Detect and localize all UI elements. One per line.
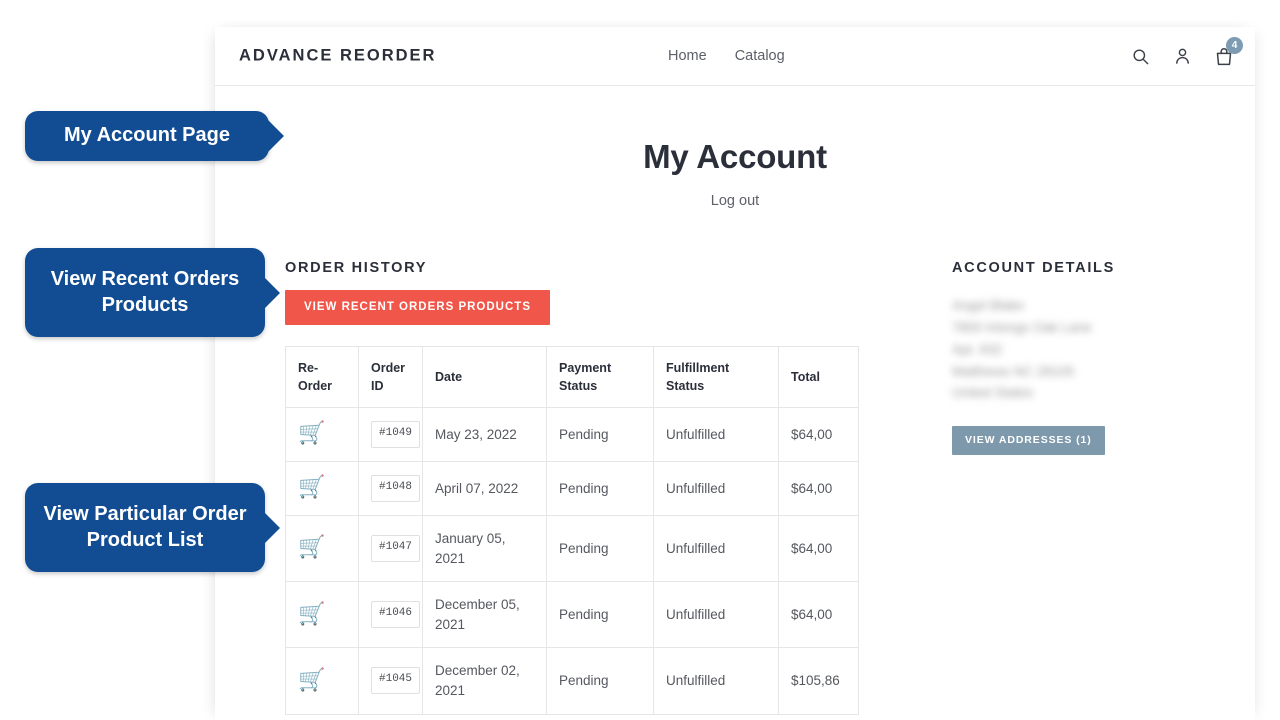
column-header-fulfillment-status: Fulfillment Status: [653, 345, 779, 409]
cell-total: $64,00: [778, 407, 859, 463]
search-icon[interactable]: [1129, 44, 1151, 68]
cell-date: December 05, 2021: [422, 581, 547, 649]
address-line: United States: [952, 385, 1034, 401]
cell-reorder: 🛒: [285, 581, 359, 649]
cell-fulfillment-status: Unfulfilled: [653, 515, 779, 583]
site-header: ADVANCE REORDER Home Catalog 4: [215, 27, 1255, 86]
brand-logo[interactable]: ADVANCE REORDER: [239, 47, 436, 66]
cell-reorder: 🛒: [285, 515, 359, 583]
cell-order-id: #1045: [358, 647, 423, 715]
reorder-cart-icon[interactable]: 🛒: [298, 477, 325, 499]
table-row: 🛒 #1047 January 05, 2021 Pending Unfulfi…: [285, 515, 859, 583]
main-navigation: Home Catalog: [668, 48, 785, 64]
cell-fulfillment-status: Unfulfilled: [653, 581, 779, 649]
cell-date: December 02, 2021: [422, 647, 547, 715]
cell-total: $105,86: [778, 647, 859, 715]
screenshot-root: ADVANCE REORDER Home Catalog 4 My Accoun…: [0, 0, 1280, 720]
address-line: Apt. 632: [952, 341, 1003, 357]
storefront-page-panel: ADVANCE REORDER Home Catalog 4 My Accoun…: [215, 27, 1255, 720]
callout-view-particular-order-product-list: View Particular Order Product List: [25, 483, 265, 572]
logout-link[interactable]: Log out: [711, 193, 759, 209]
cell-reorder: 🛒: [285, 647, 359, 715]
orders-table-head: Re-Order Order ID Date Payment Status Fu…: [285, 345, 859, 409]
cell-reorder: 🛒: [285, 461, 359, 517]
order-history-heading: ORDER HISTORY: [285, 260, 428, 276]
cart-item-count-badge: 4: [1226, 37, 1243, 54]
order-id-chip[interactable]: #1049: [371, 421, 421, 449]
nav-link-catalog[interactable]: Catalog: [735, 48, 785, 64]
view-recent-orders-products-button[interactable]: VIEW RECENT ORDERS PRODUCTS: [285, 290, 550, 325]
cell-reorder: 🛒: [285, 407, 359, 463]
column-header-date: Date: [422, 345, 547, 409]
order-id-chip[interactable]: #1046: [371, 601, 421, 629]
cell-payment-status: Pending: [546, 515, 654, 583]
cell-payment-status: Pending: [546, 407, 654, 463]
cell-date: April 07, 2022: [422, 461, 547, 517]
order-id-chip[interactable]: #1047: [371, 535, 421, 563]
callout-label: View Recent Orders Products: [50, 267, 240, 316]
order-id-chip[interactable]: #1048: [371, 475, 421, 503]
cell-order-id: #1046: [358, 581, 423, 649]
cell-order-id: #1047: [358, 515, 423, 583]
address-line: Angel Blake: [952, 298, 1025, 313]
address-line: 7800 Inlongs Oak Lane: [952, 319, 1092, 335]
order-id-chip[interactable]: #1045: [371, 667, 421, 695]
orders-table-header-row: Re-Order Order ID Date Payment Status Fu…: [285, 345, 859, 409]
address-line: Matthews NC 28105: [952, 363, 1075, 379]
reorder-cart-icon[interactable]: 🛒: [298, 537, 325, 559]
column-header-reorder: Re-Order: [285, 345, 359, 409]
account-details-heading: ACCOUNT DETAILS: [952, 260, 1115, 276]
column-header-total: Total: [778, 345, 859, 409]
cell-date: May 23, 2022: [422, 407, 547, 463]
table-row: 🛒 #1048 April 07, 2022 Pending Unfulfill…: [285, 461, 859, 517]
callout-label: View Particular Order Product List: [43, 502, 247, 551]
orders-table-body: 🛒 #1049 May 23, 2022 Pending Unfulfilled…: [285, 407, 859, 715]
table-row: 🛒 #1049 May 23, 2022 Pending Unfulfilled…: [285, 407, 859, 463]
account-details-section: ACCOUNT DETAILS Angel Blake 7800 Inlongs…: [930, 260, 1231, 456]
reorder-cart-icon[interactable]: 🛒: [298, 669, 325, 692]
column-header-payment-status: Payment Status: [546, 345, 654, 409]
cell-order-id: #1048: [358, 461, 423, 517]
cell-total: $64,00: [778, 461, 859, 517]
cell-fulfillment-status: Unfulfilled: [653, 407, 779, 463]
order-history-section: ORDER HISTORY VIEW RECENT ORDERS PRODUCT…: [285, 260, 930, 715]
page-title: My Account: [643, 138, 827, 175]
table-row: 🛒 #1045 December 02, 2021 Pending Unfulf…: [285, 647, 859, 715]
reorder-cart-icon[interactable]: 🛒: [298, 603, 325, 626]
cell-payment-status: Pending: [546, 461, 654, 517]
cell-order-id: #1049: [358, 407, 423, 463]
callout-label: My Account Page: [64, 124, 230, 147]
cell-payment-status: Pending: [546, 581, 654, 649]
table-row: 🛒 #1046 December 05, 2021 Pending Unfulf…: [285, 581, 859, 649]
callout-view-recent-orders-products: View Recent Orders Products: [25, 248, 265, 337]
column-header-order-id: Order ID: [358, 345, 423, 409]
user-account-icon[interactable]: [1171, 44, 1193, 68]
account-content: ORDER HISTORY VIEW RECENT ORDERS PRODUCT…: [215, 260, 1255, 715]
nav-link-home[interactable]: Home: [668, 48, 707, 64]
orders-table: Re-Order Order ID Date Payment Status Fu…: [285, 345, 859, 715]
shopping-bag-icon[interactable]: 4: [1213, 37, 1243, 68]
cell-total: $64,00: [778, 581, 859, 649]
callout-my-account-page: My Account Page: [25, 111, 269, 161]
cell-date: January 05, 2021: [422, 515, 547, 583]
customer-address-block: Angel Blake 7800 Inlongs Oak Lane Apt. 6…: [952, 295, 1231, 404]
view-addresses-button[interactable]: VIEW ADDRESSES (1): [952, 426, 1105, 456]
logout-row: Log out: [215, 192, 1255, 210]
cell-fulfillment-status: Unfulfilled: [653, 647, 779, 715]
reorder-cart-icon[interactable]: 🛒: [298, 423, 325, 445]
cell-total: $64,00: [778, 515, 859, 583]
cell-payment-status: Pending: [546, 647, 654, 715]
cell-fulfillment-status: Unfulfilled: [653, 461, 779, 517]
header-icon-group: 4: [1129, 37, 1243, 68]
